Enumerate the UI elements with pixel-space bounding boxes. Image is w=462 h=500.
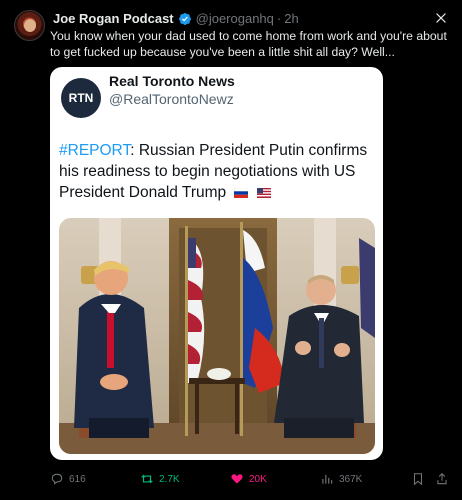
- news-photo[interactable]: [59, 218, 375, 454]
- quoted-tweet[interactable]: RTN Real Toronto News @RealTorontoNewz #…: [50, 67, 383, 460]
- bookmark-icon: [413, 473, 423, 486]
- rtn-logo-text: RTN: [68, 91, 94, 105]
- us-flag-icon: [256, 187, 271, 198]
- tweet-header: Joe Rogan Podcast @joeroganhq · 2h: [53, 11, 299, 26]
- repost-icon: [141, 474, 153, 484]
- author-avatar[interactable]: [14, 10, 45, 41]
- author-name[interactable]: Joe Rogan Podcast: [53, 11, 174, 26]
- share-button[interactable]: [435, 472, 449, 486]
- views-icon: [322, 474, 333, 484]
- action-bar: 616 2.7K 20K 367K: [0, 470, 462, 490]
- quoted-author-handle[interactable]: @RealTorontoNewz: [109, 91, 234, 107]
- close-icon[interactable]: [434, 11, 448, 25]
- heart-icon: [231, 474, 243, 484]
- views-button[interactable]: 367K: [320, 472, 362, 486]
- bookmark-button[interactable]: [411, 472, 425, 486]
- tweet[interactable]: Joe Rogan Podcast @joeroganhq · 2h You k…: [0, 0, 462, 500]
- repost-count: 2.7K: [159, 473, 180, 485]
- like-count: 20K: [249, 473, 267, 485]
- quoted-avatar[interactable]: RTN: [61, 78, 101, 118]
- tweet-text: You know when your dad used to come home…: [50, 29, 447, 59]
- author-handle[interactable]: @joeroganhq: [196, 11, 274, 26]
- separator-dot: ·: [276, 11, 282, 26]
- share-icon: [437, 473, 447, 485]
- report-hashtag[interactable]: #REPORT: [59, 142, 130, 159]
- avatar-face: [24, 19, 36, 32]
- reply-button[interactable]: 616: [50, 472, 86, 486]
- quoted-author-name[interactable]: Real Toronto News: [109, 73, 235, 89]
- like-button[interactable]: 20K: [230, 472, 267, 486]
- reply-count: 616: [69, 473, 86, 485]
- verified-badge-icon: [178, 12, 191, 25]
- views-count: 367K: [339, 473, 363, 485]
- russia-flag-icon: [234, 187, 249, 198]
- tweet-timestamp[interactable]: 2h: [284, 11, 298, 26]
- repost-button[interactable]: 2.7K: [140, 472, 180, 486]
- quoted-tweet-text: #REPORT: Russian President Putin confirm…: [59, 140, 377, 203]
- reply-icon: [51, 473, 63, 485]
